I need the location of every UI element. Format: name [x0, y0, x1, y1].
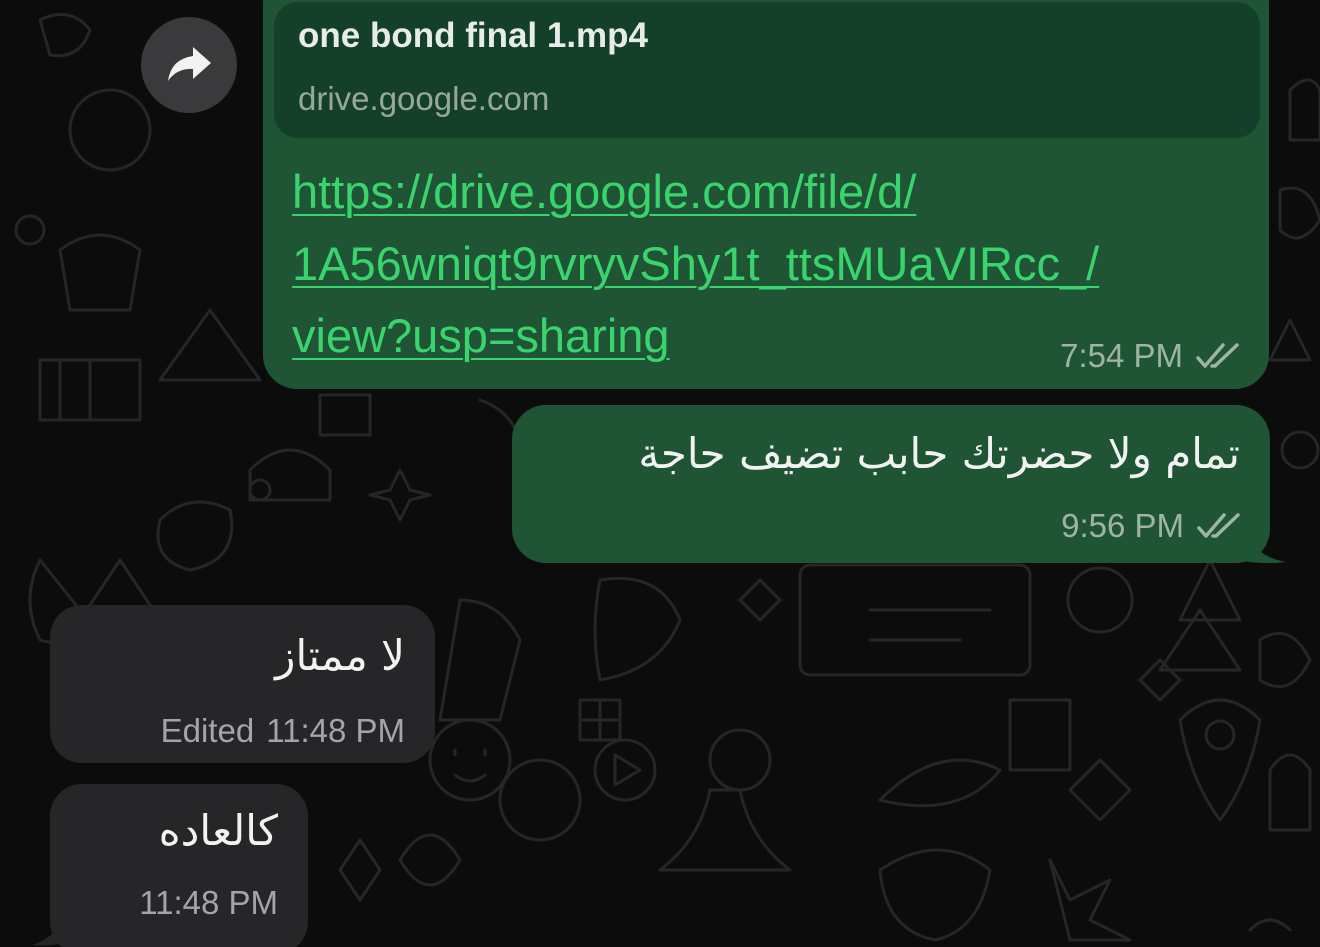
link-preview-card[interactable]: one bond final 1.mp4 drive.google.com — [274, 2, 1260, 138]
bubble-tail — [1240, 520, 1286, 564]
message-text: تمام ولا حضرتك حابب تضيف حاجة — [638, 429, 1240, 478]
outgoing-message[interactable]: تمام ولا حضرتك حابب تضيف حاجة 9:56 PM — [512, 405, 1270, 563]
message-text: لا ممتاز — [275, 631, 405, 680]
incoming-message[interactable]: كالعاده 11:48 PM — [50, 784, 308, 947]
incoming-message[interactable]: لا ممتاز Edited 11:48 PM — [50, 605, 435, 763]
message-meta: 7:54 PM — [1060, 337, 1241, 375]
link-preview-domain: drive.google.com — [298, 80, 550, 117]
edited-label: Edited — [160, 712, 255, 749]
bubble-tail — [32, 905, 70, 946]
outgoing-message-link[interactable]: one bond final 1.mp4 drive.google.com ht… — [263, 0, 1269, 389]
forward-button[interactable] — [141, 17, 237, 113]
forward-arrow-icon — [168, 47, 211, 81]
link-preview-title: one bond final 1.mp4 — [298, 16, 649, 55]
message-time: 9:56 PM — [1061, 507, 1184, 544]
message-time: 11:48 PM — [139, 884, 278, 921]
message-meta: 11:48 PM — [139, 884, 278, 922]
link-line[interactable]: https://drive.google.com/file/d/ — [292, 156, 1222, 228]
message-meta: Edited 11:48 PM — [161, 712, 405, 750]
message-time: 11:48 PM — [266, 712, 405, 749]
double-check-icon — [1197, 513, 1240, 538]
link-line[interactable]: 1A56wniqt9rvryvShy1t_ttsMUaVIRcc_/ — [292, 228, 1222, 300]
chat-view: one bond final 1.mp4 drive.google.com ht… — [0, 0, 1320, 947]
message-meta: 9:56 PM — [1061, 507, 1242, 545]
message-time: 7:54 PM — [1060, 337, 1183, 374]
double-check-icon — [1196, 343, 1239, 368]
message-text: كالعاده — [158, 806, 278, 855]
